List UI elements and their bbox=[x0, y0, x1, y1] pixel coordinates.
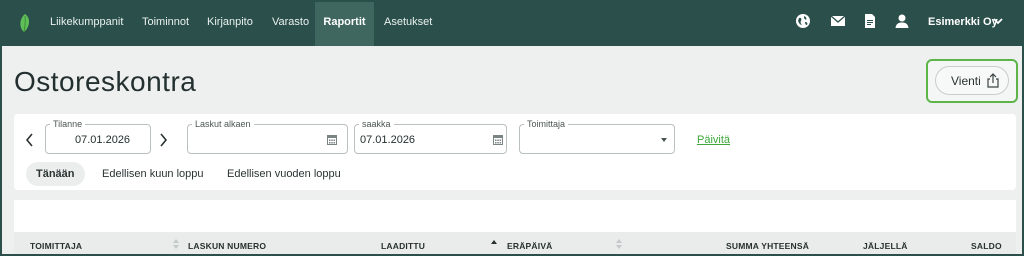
results-table: TOIMITTAJA LASKUN NUMERO LAADITTU ERÄPÄI… bbox=[14, 200, 1016, 254]
sort-ascending-icon[interactable] bbox=[491, 239, 497, 249]
leaf-logo-icon[interactable] bbox=[18, 13, 31, 33]
document-icon[interactable] bbox=[862, 13, 878, 29]
app-window: Liikekumppanit Toiminnot Kirjanpito Vara… bbox=[0, 0, 1024, 256]
column-header-saldo[interactable]: SALDO bbox=[971, 241, 1002, 251]
laskut-alkaen-label: Laskut alkaen bbox=[192, 118, 254, 130]
table-header-row: TOIMITTAJA LASKUN NUMERO LAADITTU ERÄPÄI… bbox=[14, 232, 1016, 254]
company-selector[interactable]: Esimerkki Oy bbox=[928, 14, 998, 30]
tab-edellisen-vuoden-loppu[interactable]: Edellisen vuoden loppu bbox=[227, 162, 341, 186]
refresh-link[interactable]: Päivitä bbox=[697, 134, 730, 147]
column-header-jaljella[interactable]: JÄLJELLÄ bbox=[863, 241, 908, 251]
column-header-laaditty[interactable]: LAADITTU bbox=[381, 241, 425, 251]
previous-arrow-icon[interactable] bbox=[24, 133, 36, 147]
export-button[interactable]: Vienti bbox=[935, 66, 1009, 95]
chevron-down-icon[interactable] bbox=[992, 15, 1004, 27]
tilanne-label: Tilanne bbox=[50, 118, 86, 130]
saakka-date-field[interactable]: saakka 07.01.2026 bbox=[354, 118, 507, 154]
page-title: Ostoreskontra bbox=[14, 66, 197, 97]
nav-item-toiminnot[interactable]: Toiminnot bbox=[142, 2, 189, 46]
sort-icon[interactable] bbox=[173, 239, 179, 249]
tilanne-value: 07.01.2026 bbox=[75, 134, 131, 146]
sort-icon[interactable] bbox=[616, 239, 622, 249]
saakka-label: saakka bbox=[359, 118, 394, 130]
tab-edellisen-kuun-loppu[interactable]: Edellisen kuun loppu bbox=[102, 162, 204, 186]
nav-item-kirjanpito[interactable]: Kirjanpito bbox=[207, 2, 253, 46]
nav-item-raportit[interactable]: Raportit bbox=[315, 2, 374, 46]
laskut-alkaen-date-field[interactable]: Laskut alkaen bbox=[187, 118, 348, 154]
column-header-erapaiva[interactable]: ERÄPÄIVÄ bbox=[507, 241, 553, 251]
mail-icon[interactable] bbox=[830, 13, 846, 29]
tab-tanaan[interactable]: Tänään bbox=[26, 162, 85, 186]
calendar-icon[interactable] bbox=[327, 134, 337, 145]
toimittaja-label: Toimittaja bbox=[524, 118, 569, 130]
nav-item-varasto[interactable]: Varasto bbox=[272, 2, 309, 46]
tilanne-date-field[interactable]: Tilanne 07.01.2026 bbox=[45, 118, 151, 154]
toimittaja-select[interactable]: Toimittaja bbox=[519, 118, 675, 154]
top-navigation-bar: Liikekumppanit Toiminnot Kirjanpito Vara… bbox=[2, 2, 1022, 46]
export-highlight: Vienti bbox=[926, 59, 1018, 103]
column-header-toimittaja[interactable]: TOIMITTAJA bbox=[30, 241, 82, 251]
user-icon[interactable] bbox=[894, 13, 910, 29]
filter-card: Tilanne 07.01.2026 Laskut alkaen saakka … bbox=[14, 114, 1016, 190]
saakka-value: 07.01.2026 bbox=[360, 134, 416, 146]
column-header-laskun-numero[interactable]: LASKUN NUMERO bbox=[188, 241, 266, 251]
dropdown-caret-icon bbox=[661, 138, 667, 142]
export-button-label: Vienti bbox=[951, 74, 981, 88]
globe-icon[interactable] bbox=[795, 13, 811, 29]
nav-item-asetukset[interactable]: Asetukset bbox=[384, 2, 432, 46]
share-export-icon bbox=[987, 73, 999, 88]
next-arrow-icon[interactable] bbox=[157, 133, 169, 147]
nav-item-liikekumppanit[interactable]: Liikekumppanit bbox=[50, 2, 123, 46]
calendar-icon[interactable] bbox=[493, 134, 503, 145]
column-header-summa-yhteensa[interactable]: SUMMA YHTEENSÄ bbox=[726, 241, 809, 251]
